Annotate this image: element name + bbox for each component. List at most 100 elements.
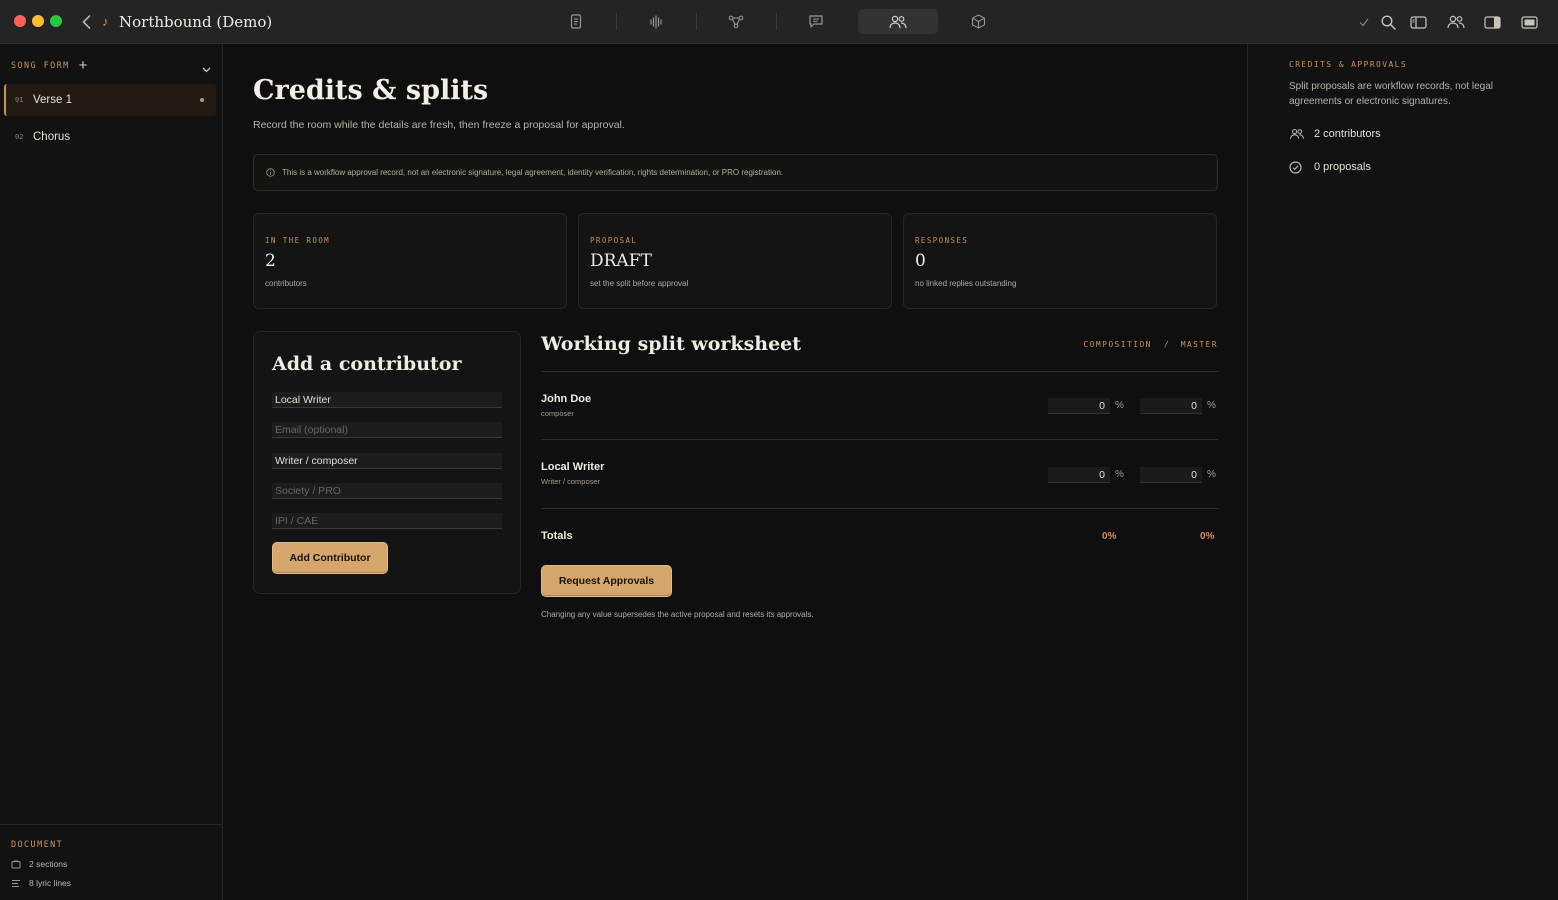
contributor-email-input[interactable]	[272, 422, 502, 438]
contributor-ipi-input[interactable]	[272, 513, 502, 529]
document-title: Northbound (Demo)	[119, 13, 273, 31]
totals-label: Totals	[541, 530, 573, 542]
sidebar-right-icon	[1484, 15, 1501, 29]
split-worksheet: Working split worksheet COMPOSITION / MA…	[541, 331, 1218, 631]
contributor-role-input[interactable]	[272, 453, 502, 469]
sidebar-left-icon	[1410, 15, 1427, 29]
stat-label: PROPOSAL	[590, 236, 638, 245]
percent-sign: %	[1115, 469, 1124, 480]
add-contributor-card: Add a contributor Add Contributor	[253, 331, 521, 594]
stat-value: DRAFT	[590, 251, 652, 271]
contributors-count: 2 contributors	[1314, 128, 1381, 140]
column-separator: /	[1163, 340, 1169, 349]
lines-icon	[12, 879, 20, 887]
folder-icon	[11, 860, 21, 868]
legal-notice: This is a workflow approval record, not …	[253, 154, 1218, 191]
section-item-verse-1[interactable]: 01 Verse 1	[4, 84, 216, 116]
sections-count-row: 2 sections	[11, 857, 67, 871]
composition-split-input[interactable]	[1048, 467, 1110, 483]
checkmark-icon	[1359, 18, 1369, 26]
info-icon	[266, 168, 275, 177]
toggle-left-sidebar-button[interactable]	[1400, 10, 1437, 34]
request-approvals-button[interactable]: Request Approvals	[541, 565, 672, 597]
add-section-button[interactable]: +	[79, 58, 88, 73]
panel-description: Split proposals are workflow records, no…	[1289, 81, 1493, 107]
percent-sign: %	[1207, 400, 1216, 411]
stat-card-proposal: PROPOSAL DRAFT set the split before appr…	[578, 213, 892, 309]
export-view-button[interactable]	[938, 9, 1018, 34]
master-column-header: MASTER	[1180, 340, 1218, 349]
document-summary: DOCUMENT 2 sections 8 lyric lines	[0, 824, 222, 900]
master-split-input[interactable]	[1140, 467, 1202, 483]
saved-status	[1352, 10, 1376, 34]
focus-mode-button[interactable]	[1511, 10, 1548, 34]
comments-view-button[interactable]	[776, 9, 856, 34]
stat-card-in-the-room: IN THE ROOM 2 contributors	[253, 213, 567, 309]
page-subtitle: Record the room while the details are fr…	[253, 119, 625, 131]
stat-note: set the split before approval	[590, 279, 689, 288]
section-item-chorus[interactable]: 02 Chorus	[4, 121, 216, 153]
cube-icon	[971, 14, 985, 29]
chat-bubble-icon	[809, 15, 823, 28]
title-bar: ♪ Northbound (Demo)	[0, 0, 1558, 44]
nodes-icon	[728, 15, 744, 28]
section-name: Chorus	[33, 131, 71, 143]
search-icon	[1380, 14, 1396, 30]
add-contributor-button[interactable]: Add Contributor	[272, 542, 388, 574]
music-note-icon: ♪	[102, 14, 109, 29]
stat-card-responses: RESPONSES 0 no linked replies outstandin…	[903, 213, 1217, 309]
stat-label: IN THE ROOM	[265, 236, 331, 245]
contributor-name-input[interactable]	[272, 392, 502, 408]
proposals-count-row: 0 proposals	[1289, 159, 1371, 175]
panel-header: CREDITS & APPROVALS	[1289, 60, 1408, 69]
song-form-sidebar: SONG FORM + 01 Verse 1 02 Chorus DOCUMEN…	[0, 44, 223, 900]
collaborators-button[interactable]	[1437, 10, 1474, 34]
song-form-label: SONG FORM	[11, 61, 70, 71]
contributor-society-input[interactable]	[272, 483, 502, 499]
stat-value: 0	[915, 251, 926, 271]
back-button[interactable]	[77, 12, 95, 32]
master-total: 0%	[1200, 531, 1215, 542]
zoom-window-button[interactable]	[50, 15, 62, 27]
credits-approvals-panel: CREDITS & APPROVALS Split proposals are …	[1247, 44, 1558, 900]
worksheet-footnote: Changing any value supersedes the active…	[541, 610, 814, 619]
audio-view-button[interactable]	[616, 9, 696, 34]
song-form-header: SONG FORM +	[11, 58, 211, 74]
credits-view-button[interactable]	[858, 9, 938, 34]
section-number: 01	[15, 96, 24, 104]
section-name: Verse 1	[33, 94, 72, 106]
worksheet-title: Working split worksheet	[541, 333, 802, 355]
add-contributor-title: Add a contributor	[272, 353, 462, 375]
collapse-song-form-button[interactable]	[202, 60, 211, 78]
contributor-name: Local Writer	[541, 461, 605, 473]
chevron-down-icon	[202, 67, 211, 73]
composition-total: 0%	[1102, 531, 1117, 542]
chevron-left-icon	[82, 15, 90, 29]
search-button[interactable]	[1376, 10, 1400, 34]
check-circle-icon	[1289, 160, 1302, 174]
toggle-right-sidebar-button[interactable]	[1474, 10, 1511, 34]
structure-view-button[interactable]	[696, 9, 776, 34]
view-switcher	[536, 9, 1016, 34]
percent-sign: %	[1115, 400, 1124, 411]
sections-count: 2 sections	[29, 859, 68, 869]
document-label: DOCUMENT	[11, 840, 64, 850]
people-icon	[1290, 129, 1304, 139]
close-window-button[interactable]	[14, 15, 26, 27]
master-split-input[interactable]	[1140, 398, 1202, 414]
stat-note: no linked replies outstanding	[915, 279, 1017, 288]
contributors-count-row: 2 contributors	[1289, 126, 1381, 142]
waveform-icon	[650, 14, 662, 29]
people-icon	[1446, 15, 1465, 29]
composition-column-header: COMPOSITION	[1083, 340, 1152, 349]
lyric-lines-row: 8 lyric lines	[11, 876, 71, 890]
credits-main: Credits & splits Record the room while t…	[224, 44, 1246, 900]
minimize-window-button[interactable]	[32, 15, 44, 27]
lyrics-view-button[interactable]	[536, 9, 616, 34]
lyric-lines-count: 8 lyric lines	[29, 878, 72, 888]
composition-split-input[interactable]	[1048, 398, 1110, 414]
worksheet-column-headers: COMPOSITION / MASTER	[1083, 340, 1218, 349]
stat-label: RESPONSES	[915, 236, 969, 245]
page-title: Credits & splits	[253, 75, 489, 106]
panel-icon	[1521, 15, 1538, 29]
